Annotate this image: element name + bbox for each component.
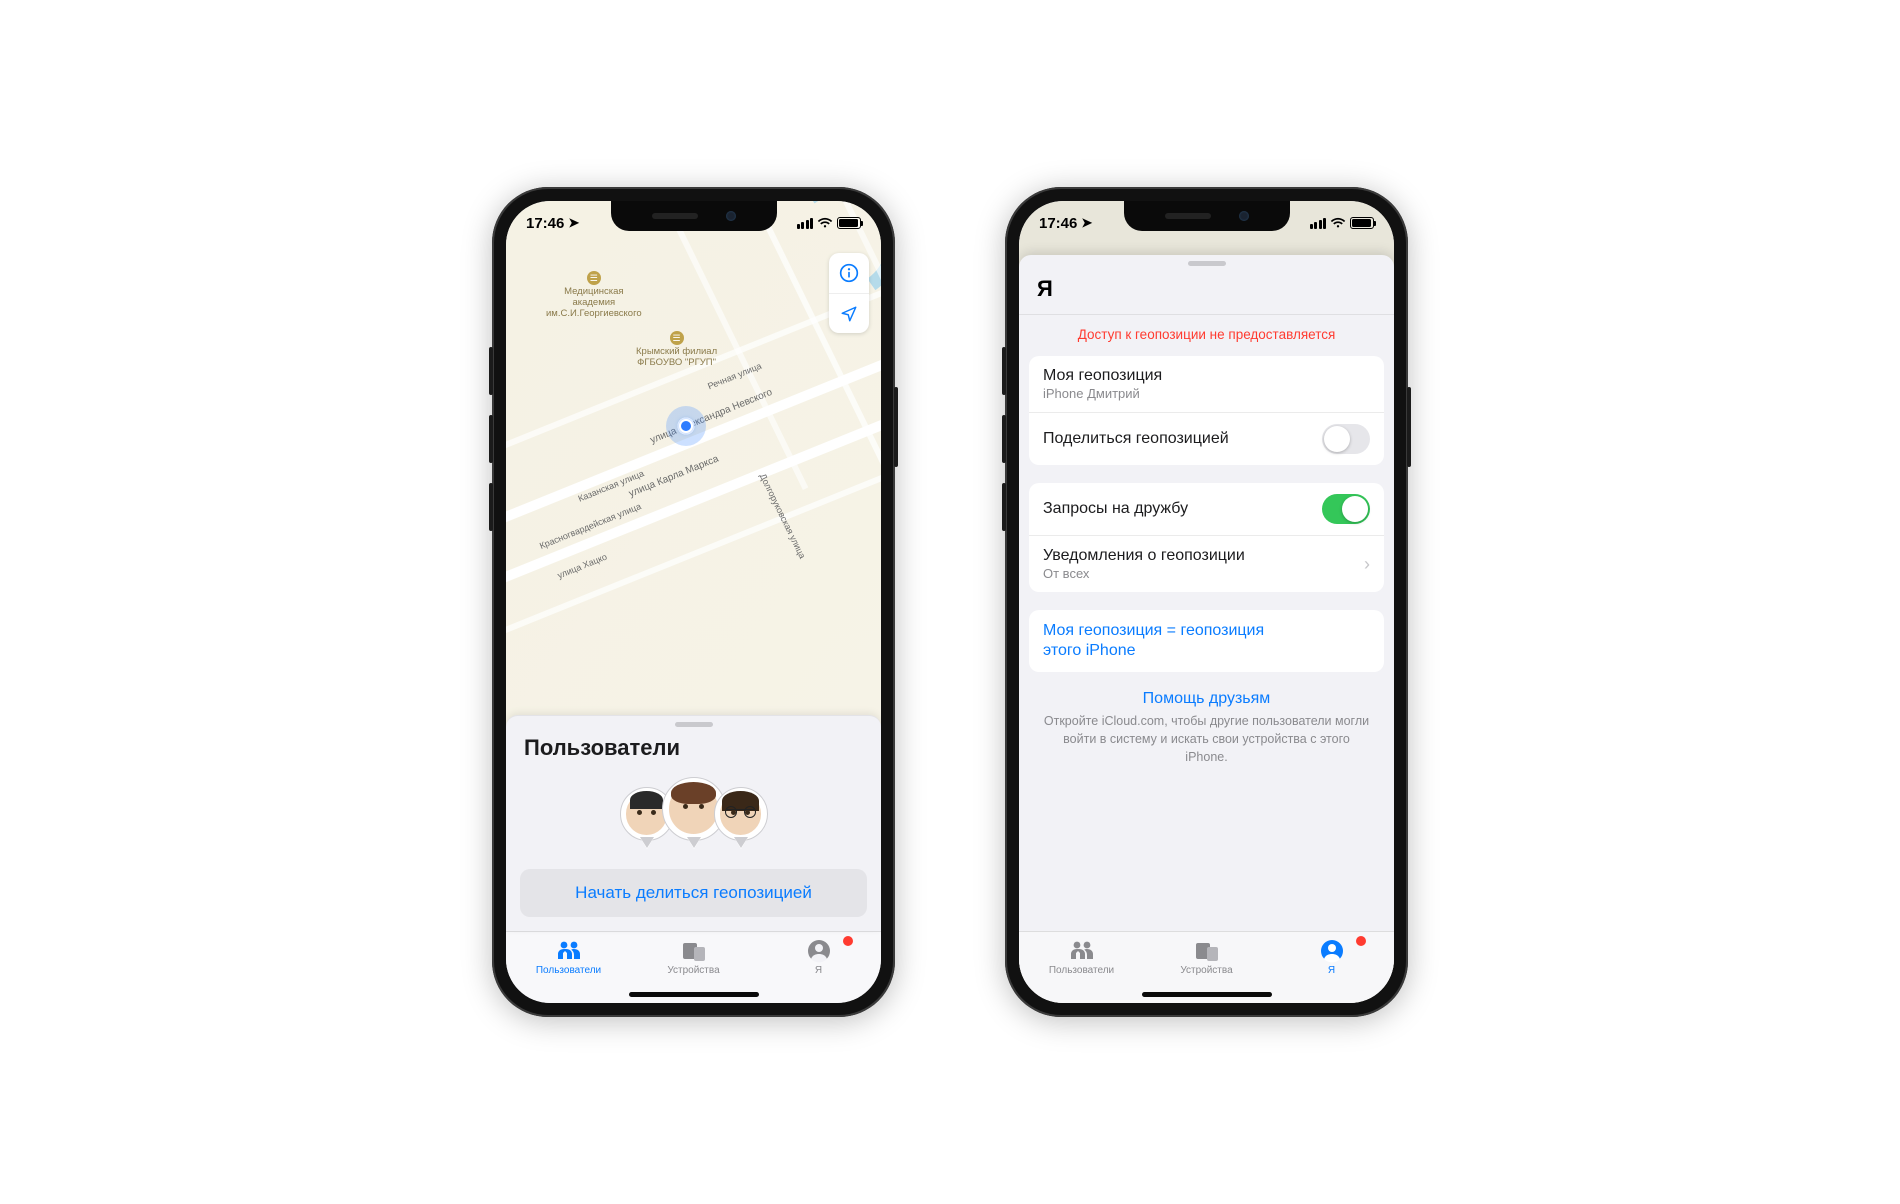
row-subtitle: От всех	[1043, 566, 1245, 581]
settings-group-location: Моя геопозиция iPhone Дмитрий Поделиться…	[1029, 356, 1384, 465]
map-poi-rgup[interactable]: ☰ Крымский филиал ФГБОУВО "РГУП"	[636, 331, 717, 369]
settings-group-requests: Запросы на дружбу Уведомления о геопозиц…	[1029, 483, 1384, 592]
map-controls	[829, 253, 869, 333]
wifi-icon	[817, 217, 833, 229]
help-friends-desc: Откройте iCloud.com, чтобы другие пользо…	[1044, 714, 1369, 764]
notification-badge	[1356, 936, 1366, 946]
sheet-grabber[interactable]	[1188, 261, 1226, 266]
tab-label: Я	[1328, 965, 1335, 976]
row-location-notifications[interactable]: Уведомления о геопозиции От всех ›	[1029, 535, 1384, 592]
poi-label: Медицинская академия им.С.И.Георгиевског…	[546, 286, 642, 319]
home-indicator[interactable]	[1142, 992, 1272, 997]
notification-badge	[843, 936, 853, 946]
poi-icon: ☰	[587, 271, 601, 285]
cell-signal-icon	[1310, 218, 1327, 229]
notch	[1124, 201, 1290, 231]
row-share-location: Поделиться геопозицией	[1029, 412, 1384, 465]
phone-right: 17:46 ➤ Я Доступ к геопозиции не предост…	[1005, 187, 1408, 1017]
map-info-button[interactable]	[829, 253, 869, 293]
cell-signal-icon	[797, 218, 814, 229]
tab-me[interactable]: Я	[1269, 938, 1394, 976]
tab-label: Я	[815, 965, 822, 976]
people-icon	[506, 938, 631, 964]
devices-icon	[1144, 938, 1269, 964]
row-title: Поделиться геопозицией	[1043, 430, 1229, 448]
row-title: Моя геопозиция = геопозиция этого iPhone	[1043, 621, 1303, 661]
sheet-grabber[interactable]	[675, 722, 713, 727]
location-arrow-icon: ➤	[1081, 215, 1092, 231]
row-my-location[interactable]: Моя геопозиция iPhone Дмитрий	[1029, 356, 1384, 412]
person-icon	[756, 938, 881, 964]
row-title: Уведомления о геопозиции	[1043, 547, 1245, 565]
status-time: 17:46	[1039, 215, 1077, 232]
people-sheet[interactable]: Пользователи Начать делиться геопозицией	[506, 715, 881, 931]
chevron-right-icon: ›	[1364, 554, 1370, 575]
map-locate-button[interactable]	[829, 293, 869, 333]
notch	[611, 201, 777, 231]
row-subtitle: iPhone Дмитрий	[1043, 386, 1162, 401]
battery-icon	[1350, 217, 1374, 229]
battery-icon	[837, 217, 861, 229]
map-poi-medacademy[interactable]: ☰ Медицинская академия им.С.И.Георгиевск…	[546, 271, 642, 320]
tab-people[interactable]: Пользователи	[1019, 938, 1144, 976]
tab-label: Пользователи	[1049, 965, 1114, 976]
tab-devices[interactable]: Устройства	[631, 938, 756, 976]
memoji-avatars	[506, 771, 881, 859]
avatar-pin[interactable]	[714, 787, 768, 841]
tab-people[interactable]: Пользователи	[506, 938, 631, 976]
location-arrow-icon: ➤	[568, 215, 579, 231]
row-title: Моя геопозиция	[1043, 367, 1162, 385]
poi-label: Крымский филиал ФГБОУВО "РГУП"	[636, 346, 717, 368]
tab-label: Устройства	[1180, 965, 1232, 976]
map-view[interactable]: ☰ Медицинская академия им.С.И.Георгиевск…	[506, 201, 881, 727]
home-indicator[interactable]	[629, 992, 759, 997]
phone-left: 17:46 ➤ ☰ Медицинская академия им.С.И.Ге…	[492, 187, 895, 1017]
tab-devices[interactable]: Устройства	[1144, 938, 1269, 976]
sheet-title: Пользователи	[506, 735, 881, 771]
sheet-title: Я	[1019, 274, 1394, 314]
row-friend-requests: Запросы на дружбу	[1029, 483, 1384, 535]
screen-left: 17:46 ➤ ☰ Медицинская академия им.С.И.Ге…	[506, 201, 881, 1003]
help-friends-block: Помощь друзьям Откройте iCloud.com, чтоб…	[1019, 690, 1394, 766]
devices-icon	[631, 938, 756, 964]
tab-label: Пользователи	[536, 965, 601, 976]
screen-right: 17:46 ➤ Я Доступ к геопозиции не предост…	[1019, 201, 1394, 1003]
row-set-this-iphone[interactable]: Моя геопозиция = геопозиция этого iPhone	[1029, 610, 1384, 672]
start-sharing-button[interactable]: Начать делиться геопозицией	[520, 869, 867, 917]
people-icon	[1019, 938, 1144, 964]
help-friends-link[interactable]: Помощь друзьям	[1043, 690, 1370, 708]
row-title: Запросы на дружбу	[1043, 500, 1188, 518]
share-location-toggle[interactable]	[1322, 424, 1370, 454]
friend-requests-toggle[interactable]	[1322, 494, 1370, 524]
status-time: 17:46	[526, 215, 564, 232]
settings-group-link: Моя геопозиция = геопозиция этого iPhone	[1029, 610, 1384, 672]
poi-icon: ☰	[670, 331, 684, 345]
location-warning: Доступ к геопозиции не предоставляется	[1019, 323, 1394, 356]
person-icon	[1269, 938, 1394, 964]
tab-label: Устройства	[667, 965, 719, 976]
me-sheet[interactable]: Я Доступ к геопозиции не предоставляется…	[1019, 255, 1394, 931]
tab-me[interactable]: Я	[756, 938, 881, 976]
current-location-dot[interactable]	[666, 406, 706, 446]
wifi-icon	[1330, 217, 1346, 229]
